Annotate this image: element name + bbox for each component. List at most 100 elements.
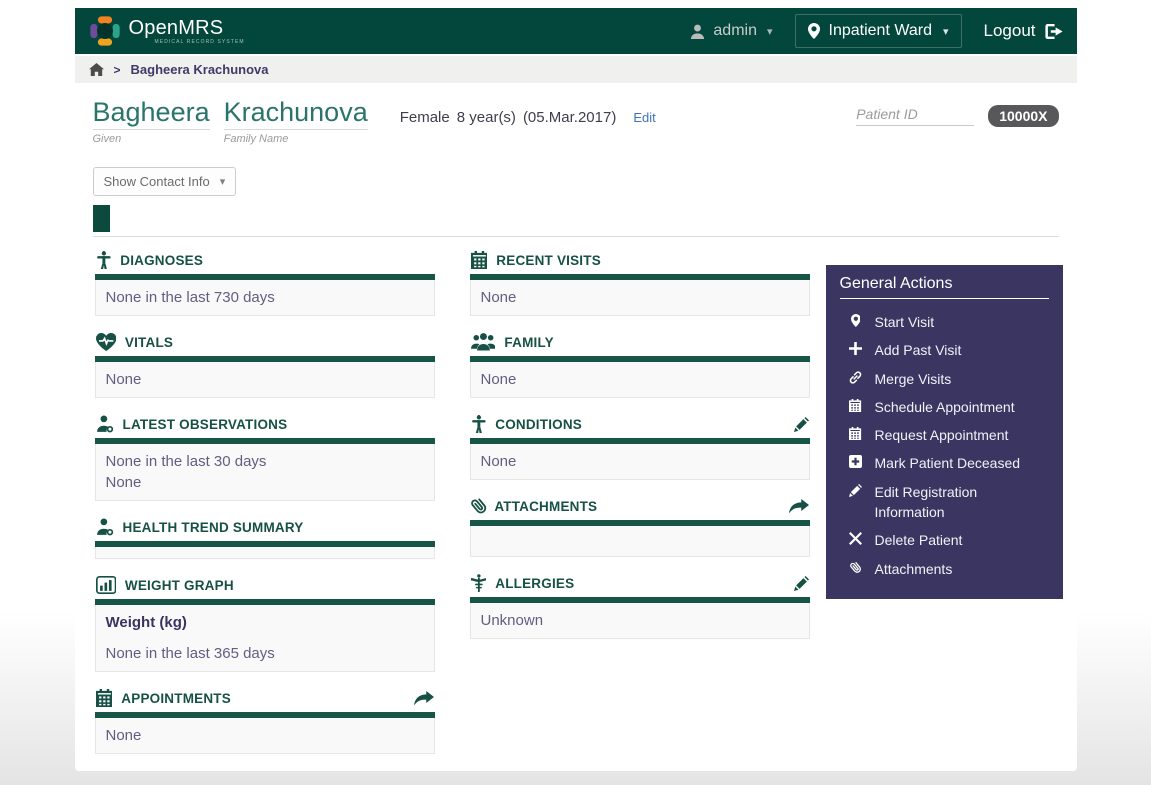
location-selector[interactable]: Inpatient Ward ▾ bbox=[795, 14, 962, 48]
patient-id-label: Patient ID bbox=[856, 106, 974, 126]
widget-title: WEIGHT GRAPH bbox=[125, 578, 234, 593]
breadcrumb-patient[interactable]: Bagheera Krachunova bbox=[131, 62, 269, 77]
diagnoses-icon bbox=[96, 251, 112, 269]
widget-header: DIAGNOSES bbox=[95, 251, 435, 274]
widget-health-trend-summary: HEALTH TREND SUMMARY bbox=[95, 518, 435, 559]
share-icon[interactable] bbox=[414, 691, 434, 706]
general-actions-list: Start Visit Add Past Visit Merge Visits bbox=[840, 308, 1049, 583]
action-add-past-visit[interactable]: Add Past Visit bbox=[840, 336, 1049, 364]
patient-gender: Female bbox=[400, 109, 450, 126]
widget-header: APPOINTMENTS bbox=[95, 689, 435, 712]
widget-header: ATTACHMENTS bbox=[470, 497, 810, 520]
widget-header: VITALS bbox=[95, 333, 435, 356]
pencil-icon[interactable] bbox=[794, 417, 809, 432]
show-contact-info-label: Show Contact Info bbox=[104, 174, 210, 189]
widget-title: FAMILY bbox=[504, 335, 553, 350]
edit-demographics-link[interactable]: Edit bbox=[633, 110, 655, 125]
brand-tagline: MEDICAL RECORD SYSTEM bbox=[155, 40, 245, 45]
widget-body: None bbox=[470, 362, 810, 398]
action-merge-visits[interactable]: Merge Visits bbox=[840, 365, 1049, 393]
action-attachments[interactable]: Attachments bbox=[840, 555, 1049, 583]
widget-family: FAMILY None bbox=[470, 333, 810, 398]
openmrs-logo[interactable]: OpenMRS MEDICAL RECORD SYSTEM bbox=[89, 15, 245, 47]
user-icon bbox=[690, 24, 705, 39]
widget-body: None bbox=[470, 444, 810, 480]
widget-header: ALLERGIES bbox=[470, 574, 810, 597]
widget-text: Unknown bbox=[481, 610, 799, 631]
action-mark-patient-deceased[interactable]: Mark Patient Deceased bbox=[840, 449, 1049, 477]
calendar-icon bbox=[471, 251, 488, 269]
user-menu[interactable]: admin ▾ bbox=[690, 22, 772, 40]
widget-body bbox=[470, 526, 810, 557]
action-edit-registration-information[interactable]: Edit Registration Information bbox=[840, 478, 1049, 527]
action-schedule-appointment[interactable]: Schedule Appointment bbox=[840, 393, 1049, 421]
widget-text: None in the last 365 days bbox=[106, 643, 424, 664]
patient-demographics: Female 8 year(s) (05.Mar.2017) Edit bbox=[400, 109, 656, 126]
action-label: Mark Patient Deceased bbox=[875, 453, 1021, 473]
widget-attachments: ATTACHMENTS bbox=[470, 497, 810, 557]
pencil-icon[interactable] bbox=[794, 576, 809, 591]
widget-body: Weight (kg) None in the last 365 days bbox=[95, 605, 435, 672]
link-icon bbox=[848, 371, 864, 384]
chevron-right-icon: > bbox=[114, 63, 121, 77]
heartbeat-icon bbox=[96, 333, 116, 351]
breadcrumb: > Bagheera Krachunova bbox=[75, 56, 1077, 83]
widget-header: RECENT VISITS bbox=[470, 251, 810, 274]
widget-body: None bbox=[95, 718, 435, 754]
action-label: Delete Patient bbox=[875, 530, 963, 550]
x-icon bbox=[848, 532, 864, 545]
widget-title: ALLERGIES bbox=[495, 576, 574, 591]
action-request-appointment[interactable]: Request Appointment bbox=[840, 421, 1049, 449]
patient-id-block: Patient ID 10000X bbox=[856, 105, 1058, 127]
app-container: OpenMRS MEDICAL RECORD SYSTEM admin ▾ In… bbox=[75, 8, 1077, 771]
widget-title: ATTACHMENTS bbox=[494, 499, 597, 514]
widget-header: LATEST OBSERVATIONS bbox=[95, 415, 435, 438]
widget-appointments: APPOINTMENTS None bbox=[95, 689, 435, 754]
user-md-icon bbox=[96, 415, 114, 433]
widget-conditions: CONDITIONS None bbox=[470, 415, 810, 480]
widget-header: FAMILY bbox=[470, 333, 810, 356]
family-name-caption: Family Name bbox=[224, 133, 368, 145]
widget-latest-observations: LATEST OBSERVATIONS None in the last 30 … bbox=[95, 415, 435, 501]
calendar-icon bbox=[848, 399, 864, 412]
action-delete-patient[interactable]: Delete Patient bbox=[840, 526, 1049, 554]
dashboard-grid: DIAGNOSES None in the last 730 days VITA… bbox=[75, 237, 1077, 771]
widget-title: HEALTH TREND SUMMARY bbox=[123, 520, 304, 535]
plus-square-icon bbox=[848, 455, 864, 468]
user-label: admin bbox=[713, 22, 757, 40]
patient-id-badge: 10000X bbox=[988, 105, 1058, 127]
widget-title: CONDITIONS bbox=[495, 417, 582, 432]
user-md-icon bbox=[96, 518, 114, 536]
logout-label: Logout bbox=[984, 21, 1036, 41]
action-start-visit[interactable]: Start Visit bbox=[840, 308, 1049, 336]
dashboard-column-middle: RECENT VISITS None FAMILY None bbox=[470, 251, 810, 771]
given-name: Bagheera bbox=[93, 97, 210, 130]
given-name-caption: Given bbox=[93, 133, 210, 145]
widget-diagnoses: DIAGNOSES None in the last 730 days bbox=[95, 251, 435, 316]
users-icon bbox=[471, 333, 496, 351]
widget-title: APPOINTMENTS bbox=[121, 691, 231, 706]
action-label: Attachments bbox=[875, 559, 953, 579]
brand-name: OpenMRS bbox=[129, 17, 224, 39]
brand-text: OpenMRS MEDICAL RECORD SYSTEM bbox=[129, 18, 245, 45]
logout-button[interactable]: Logout bbox=[984, 21, 1063, 41]
visit-status-indicator bbox=[93, 205, 110, 232]
caret-down-icon: ▾ bbox=[220, 175, 226, 188]
diagnoses-icon bbox=[471, 415, 487, 433]
widget-recent-visits: RECENT VISITS None bbox=[470, 251, 810, 316]
patient-name: Bagheera Given Krachunova Family Name bbox=[93, 97, 368, 145]
map-marker-icon bbox=[848, 314, 864, 327]
share-icon[interactable] bbox=[789, 499, 809, 514]
widget-text: None in the last 30 days bbox=[106, 451, 424, 472]
patient-header: Bagheera Given Krachunova Family Name Fe… bbox=[75, 83, 1077, 237]
widget-body: Unknown bbox=[470, 603, 810, 639]
section-divider bbox=[93, 236, 1059, 237]
widget-body: None in the last 30 days None bbox=[95, 444, 435, 501]
home-icon[interactable] bbox=[89, 63, 104, 76]
family-name: Krachunova bbox=[224, 97, 368, 130]
widget-header: WEIGHT GRAPH bbox=[95, 576, 435, 599]
show-contact-info-button[interactable]: Show Contact Info ▾ bbox=[93, 167, 237, 196]
widget-body: None in the last 730 days bbox=[95, 280, 435, 316]
calendar-icon bbox=[848, 427, 864, 440]
widget-title: RECENT VISITS bbox=[496, 253, 601, 268]
